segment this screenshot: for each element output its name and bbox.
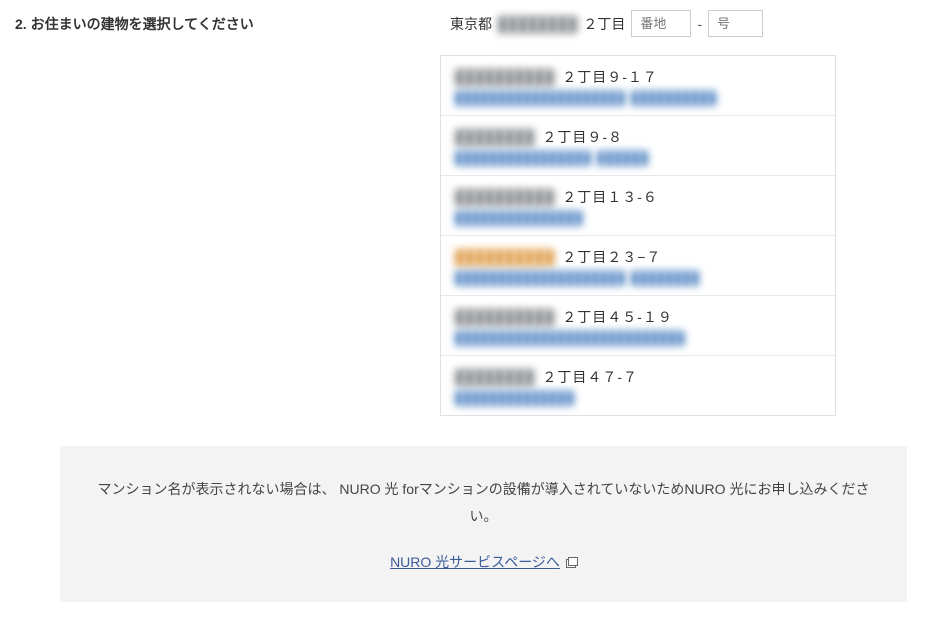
chome-label: ２丁目	[583, 14, 625, 34]
notice-text: マンション名が表示されない場合は、 NURO 光 forマンションの設備が導入さ…	[90, 476, 877, 529]
step-title: 2. お住まいの建物を選択してください	[15, 10, 450, 34]
building-name: ██████████	[455, 249, 554, 265]
building-sub: ████████████████	[455, 151, 591, 165]
building-sub: ███████████████	[455, 211, 583, 225]
prefecture-label: 東京都	[450, 14, 492, 34]
building-sub: ███████████████████████████	[455, 331, 685, 345]
building-address: ２丁目１３-６	[562, 187, 658, 207]
building-list-item[interactable]: ████████ ２丁目４７-７ ██████████████	[441, 356, 835, 415]
building-sub2: ██████	[597, 151, 648, 165]
banchi-input[interactable]	[631, 10, 691, 37]
step-number: 2.	[15, 16, 27, 32]
building-sub2: ████████	[631, 271, 699, 285]
building-address: ２丁目４７-７	[542, 367, 638, 387]
building-list: ██████████ ２丁目９-１７ ████████████████████ …	[440, 55, 836, 416]
building-address: ２丁目９-８	[542, 127, 623, 147]
address-line: 東京都 ████████ ２丁目 -	[450, 10, 937, 37]
building-address: ２丁目２３−７	[562, 247, 661, 267]
building-name: ██████████	[455, 69, 554, 85]
building-name: ████████	[455, 369, 534, 385]
building-sub2: ██████████	[631, 91, 716, 105]
dash-separator: -	[697, 16, 702, 32]
building-list-item[interactable]: ██████████ ２丁目９-１７ ████████████████████ …	[441, 56, 835, 116]
building-list-item[interactable]: ██████████ ２丁目１３-６ ███████████████	[441, 176, 835, 236]
building-address: ２丁目９-１７	[562, 67, 658, 87]
building-sub: ████████████████████	[455, 91, 625, 105]
building-name: ██████████	[455, 309, 554, 325]
building-list-item[interactable]: ████████ ２丁目９-８ ████████████████ ██████	[441, 116, 835, 176]
building-name: ██████████	[455, 189, 554, 205]
city-obscured: ████████	[498, 16, 577, 32]
building-list-item[interactable]: ██████████ ２丁目２３−７ ████████████████████ …	[441, 236, 835, 296]
building-address: ２丁目４５-１９	[562, 307, 673, 327]
notice-box: マンション名が表示されない場合は、 NURO 光 forマンションの設備が導入さ…	[60, 446, 907, 602]
nuro-service-link[interactable]: NURO 光サービスページへ	[390, 549, 560, 576]
building-list-item[interactable]: ██████████ ２丁目４５-１９ ████████████████████…	[441, 296, 835, 356]
building-sub: ██████████████	[455, 391, 574, 405]
building-name: ████████	[455, 129, 534, 145]
external-link-icon	[566, 557, 577, 567]
building-sub: ████████████████████	[455, 271, 625, 285]
go-input[interactable]	[708, 10, 763, 37]
